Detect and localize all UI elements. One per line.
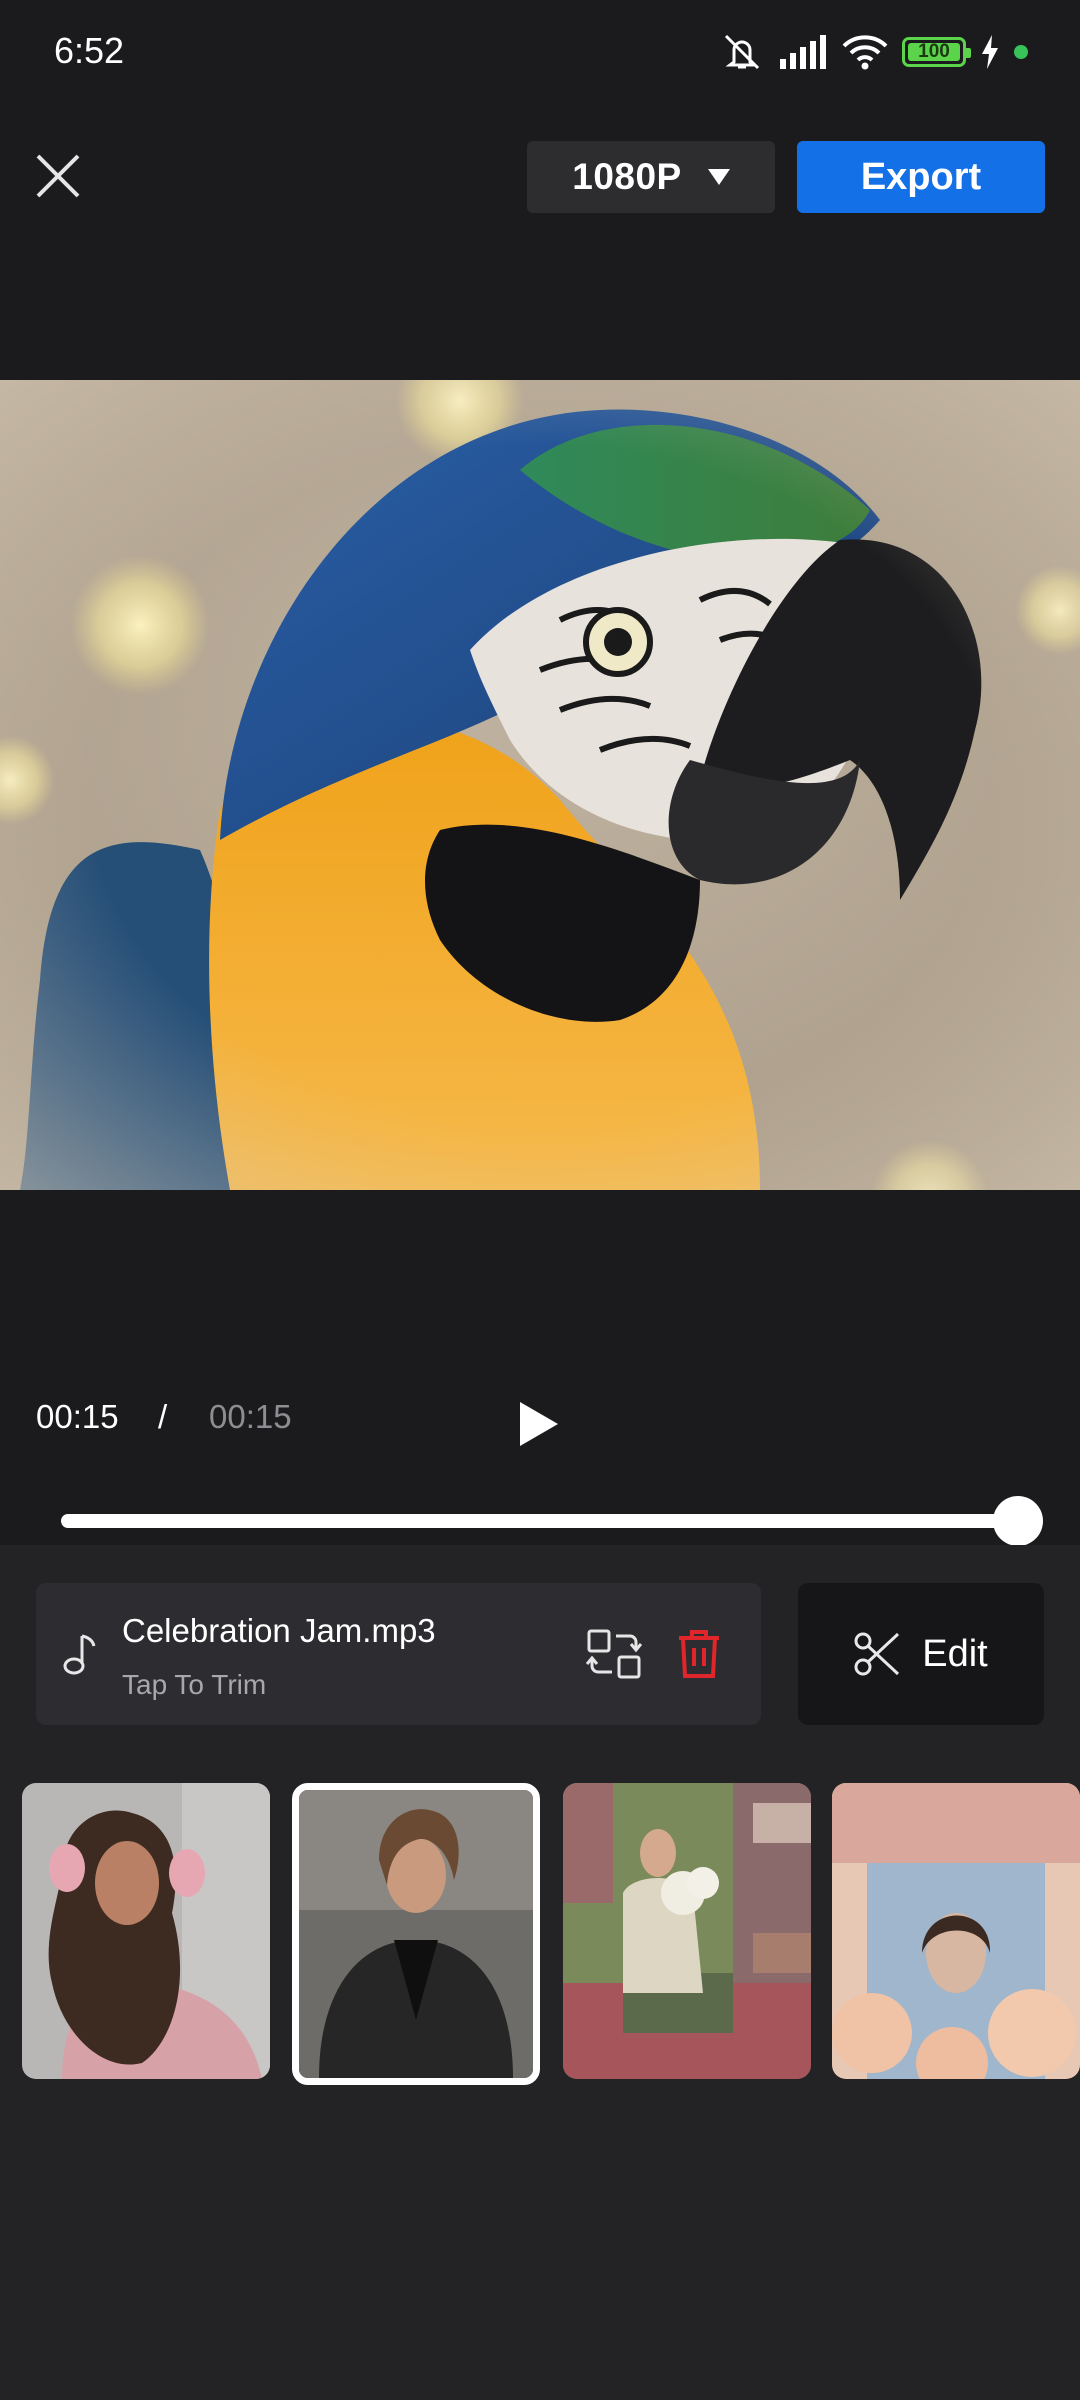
scissors-icon (854, 1632, 900, 1676)
total-time: 00:15 (209, 1398, 292, 1435)
progress-handle[interactable] (993, 1496, 1043, 1546)
edit-button[interactable]: Edit (798, 1583, 1044, 1725)
signal-icon (780, 35, 826, 69)
music-subtitle[interactable]: Tap To Trim (122, 1669, 266, 1701)
resolution-label: 1080P (572, 156, 682, 197)
dropdown-arrow-icon (707, 169, 730, 185)
music-title: Celebration Jam.mp3 (122, 1612, 436, 1649)
music-track-card[interactable] (36, 1583, 761, 1725)
charging-icon (982, 35, 998, 69)
clip-thumbnail-4[interactable] (832, 1783, 1080, 2079)
status-bar: 6:52 100 (0, 0, 1080, 105)
parrot-image (0, 380, 1080, 1190)
clip-image-1 (22, 1783, 270, 2079)
music-note-icon (63, 1634, 96, 1675)
dot-icon (1014, 45, 1028, 59)
video-preview[interactable] (0, 380, 1080, 1190)
clip-image-2 (299, 1790, 533, 2078)
close-icon[interactable] (30, 148, 86, 204)
status-icons: 100 (720, 28, 1028, 76)
battery-level: 100 (918, 41, 950, 62)
replace-icon[interactable] (586, 1628, 642, 1680)
wifi-icon (842, 35, 888, 70)
clip-image-3 (563, 1783, 811, 2079)
delete-icon[interactable] (676, 1628, 722, 1680)
clip-thumbnail-1[interactable] (22, 1783, 270, 2079)
clip-image-4 (832, 1783, 1080, 2079)
progress-bar[interactable] (61, 1514, 1019, 1528)
clip-thumbnail-3[interactable] (563, 1783, 811, 2079)
export-button[interactable]: Export (797, 141, 1045, 213)
time-separator: / (158, 1398, 168, 1435)
mute-icon (724, 34, 760, 70)
edit-label: Edit (922, 1632, 988, 1675)
play-icon[interactable] (516, 1400, 560, 1448)
status-time: 6:52 (54, 30, 125, 71)
resolution-dropdown[interactable]: 1080P (527, 141, 775, 213)
clip-thumbnail-2-selected[interactable] (292, 1783, 540, 2085)
battery-icon: 100 (902, 37, 971, 67)
current-time: 00:15 (36, 1398, 119, 1435)
